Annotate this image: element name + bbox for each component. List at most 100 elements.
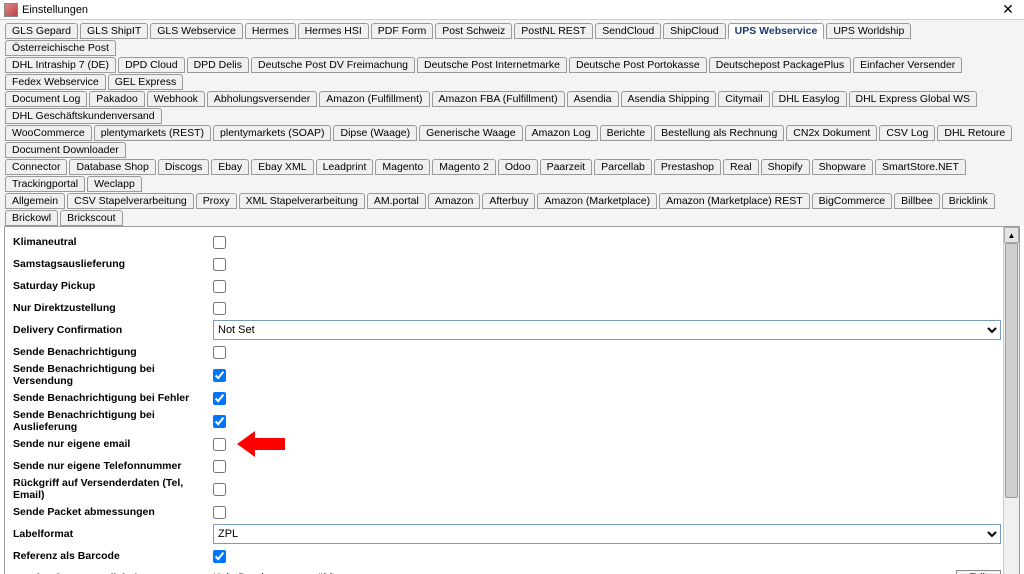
tab-dhl-gesch-ftskundenversand[interactable]: DHL Geschäftskundenversand: [5, 108, 162, 124]
tab-dhl-easylog[interactable]: DHL Easylog: [772, 91, 847, 107]
tab-generische-waage[interactable]: Generische Waage: [419, 125, 523, 141]
tab-asendia[interactable]: Asendia: [567, 91, 619, 107]
tab-plentymarkets-rest-[interactable]: plentymarkets (REST): [94, 125, 211, 141]
select-labelformat[interactable]: ZPL: [213, 524, 1001, 544]
tab--sterreichische-post[interactable]: Österreichische Post: [5, 40, 116, 56]
tab-deutsche-post-portokasse[interactable]: Deutsche Post Portokasse: [569, 57, 707, 73]
tab-deutsche-post-dv-freimachung[interactable]: Deutsche Post DV Freimachung: [251, 57, 415, 73]
tab-amazon-fulfillment-[interactable]: Amazon (Fulfillment): [319, 91, 429, 107]
checkbox-klimaneutral[interactable]: [213, 236, 226, 249]
checkbox-saturday_pickup[interactable]: [213, 280, 226, 293]
tab-shopify[interactable]: Shopify: [761, 159, 810, 175]
tab-post-schweiz[interactable]: Post Schweiz: [435, 23, 512, 39]
tab-afterbuy[interactable]: Afterbuy: [482, 193, 535, 209]
checkbox-send_dims[interactable]: [213, 506, 226, 519]
tab-trackingportal[interactable]: Trackingportal: [5, 176, 85, 192]
tab-parcellab[interactable]: Parcellab: [594, 159, 652, 175]
tab-smartstore-net[interactable]: SmartStore.NET: [875, 159, 966, 175]
tab-brickscout[interactable]: Brickscout: [60, 210, 122, 226]
tab-real[interactable]: Real: [723, 159, 759, 175]
checkbox-nur_direkt[interactable]: [213, 302, 226, 315]
tab-deutsche-post-internetmarke[interactable]: Deutsche Post Internetmarke: [417, 57, 567, 73]
tab-webhook[interactable]: Webhook: [147, 91, 205, 107]
tab-hermes-hsi[interactable]: Hermes HSI: [298, 23, 369, 39]
panel-scrollbar[interactable]: ▲ ▼: [1003, 227, 1019, 574]
tab-billbee[interactable]: Billbee: [894, 193, 940, 209]
tab-dpd-cloud[interactable]: DPD Cloud: [118, 57, 185, 73]
tab-gls-gepard[interactable]: GLS Gepard: [5, 23, 78, 39]
tab-citymail[interactable]: Citymail: [718, 91, 769, 107]
checkbox-rueckgriff[interactable]: [213, 483, 226, 496]
checkbox-send_notif_ausl[interactable]: [213, 415, 226, 428]
tab-dhl-intraship-7-de-[interactable]: DHL Intraship 7 (DE): [5, 57, 116, 73]
tab-bigcommerce[interactable]: BigCommerce: [812, 193, 893, 209]
checkbox-samstag[interactable]: [213, 258, 226, 271]
tab-brickowl[interactable]: Brickowl: [5, 210, 58, 226]
tab-bestellung-als-rechnung[interactable]: Bestellung als Rechnung: [654, 125, 784, 141]
tab-gls-webservice[interactable]: GLS Webservice: [150, 23, 243, 39]
select-delivery_conf[interactable]: Not Set: [213, 320, 1001, 340]
tab-magento-2[interactable]: Magento 2: [432, 159, 496, 175]
tab-amazon-marketplace-[interactable]: Amazon (Marketplace): [537, 193, 657, 209]
checkbox-ref_barcode[interactable]: [213, 550, 226, 563]
tab-dipse-waage-[interactable]: Dipse (Waage): [333, 125, 417, 141]
tab-leadprint[interactable]: Leadprint: [316, 159, 374, 175]
tab-document-downloader[interactable]: Document Downloader: [5, 142, 126, 158]
tab-deutschepost-packageplus[interactable]: Deutschepost PackagePlus: [709, 57, 851, 73]
scroll-thumb[interactable]: [1005, 243, 1018, 498]
close-icon[interactable]: ✕: [996, 1, 1020, 18]
tab-amazon[interactable]: Amazon: [428, 193, 481, 209]
tab-pakadoo[interactable]: Pakadoo: [89, 91, 144, 107]
tab-postnl-rest[interactable]: PostNL REST: [514, 23, 593, 39]
tab-am-portal[interactable]: AM.portal: [367, 193, 426, 209]
tab-odoo[interactable]: Odoo: [498, 159, 538, 175]
tab-asendia-shipping[interactable]: Asendia Shipping: [621, 91, 717, 107]
tab-document-log[interactable]: Document Log: [5, 91, 87, 107]
tab-csv-log[interactable]: CSV Log: [879, 125, 935, 141]
tab-fedex-webservice[interactable]: Fedex Webservice: [5, 74, 106, 90]
checkbox-send_notif_versend[interactable]: [213, 369, 226, 382]
label-klimaneutral: Klimaneutral: [13, 236, 213, 248]
tab-paarzeit[interactable]: Paarzeit: [540, 159, 593, 175]
tab-xml-stapelverarbeitung[interactable]: XML Stapelverarbeitung: [239, 193, 365, 209]
tab-dhl-retoure[interactable]: DHL Retoure: [937, 125, 1012, 141]
tab-ups-worldship[interactable]: UPS Worldship: [826, 23, 911, 39]
tab-prestashop[interactable]: Prestashop: [654, 159, 721, 175]
checkbox-send_notif_fehler[interactable]: [213, 392, 226, 405]
tab-woocommerce[interactable]: WooCommerce: [5, 125, 92, 141]
tab-dhl-express-global-ws[interactable]: DHL Express Global WS: [849, 91, 978, 107]
tab-berichte[interactable]: Berichte: [600, 125, 653, 141]
tab-ebay-xml[interactable]: Ebay XML: [251, 159, 313, 175]
tab-shopware[interactable]: Shopware: [812, 159, 873, 175]
tab-bricklink[interactable]: Bricklink: [942, 193, 995, 209]
tab-csv-stapelverarbeitung[interactable]: CSV Stapelverarbeitung: [67, 193, 194, 209]
tab-amazon-fba-fulfillment-[interactable]: Amazon FBA (Fulfillment): [432, 91, 565, 107]
tab-connector[interactable]: Connector: [5, 159, 67, 175]
tab-amazon-log[interactable]: Amazon Log: [525, 125, 598, 141]
checkbox-send_own_phone[interactable]: [213, 460, 226, 473]
checkbox-send_own_email[interactable]: [213, 438, 226, 451]
tab-ebay[interactable]: Ebay: [211, 159, 249, 175]
tab-hermes[interactable]: Hermes: [245, 23, 296, 39]
tab-cn2x-dokument[interactable]: CN2x Dokument: [786, 125, 877, 141]
tab-abholungsversender[interactable]: Abholungsversender: [207, 91, 317, 107]
tab-database-shop[interactable]: Database Shop: [69, 159, 155, 175]
tab-pdf-form[interactable]: PDF Form: [371, 23, 433, 39]
tab-magento[interactable]: Magento: [375, 159, 430, 175]
tab-einfacher-versender[interactable]: Einfacher Versender: [853, 57, 962, 73]
tab-allgemein[interactable]: Allgemein: [5, 193, 65, 209]
tab-ups-webservice[interactable]: UPS Webservice: [728, 23, 825, 39]
edit-button-drucker_versand[interactable]: Edit: [956, 570, 1001, 574]
tab-weclapp[interactable]: Weclapp: [87, 176, 142, 192]
tab-discogs[interactable]: Discogs: [158, 159, 209, 175]
tab-dpd-delis[interactable]: DPD Delis: [187, 57, 249, 73]
tab-plentymarkets-soap-[interactable]: plentymarkets (SOAP): [213, 125, 331, 141]
tab-proxy[interactable]: Proxy: [196, 193, 237, 209]
tab-amazon-marketplace-rest[interactable]: Amazon (Marketplace) REST: [659, 193, 810, 209]
tab-shipcloud[interactable]: ShipCloud: [663, 23, 725, 39]
scroll-up-icon[interactable]: ▲: [1004, 227, 1019, 243]
checkbox-send_notif[interactable]: [213, 346, 226, 359]
tab-sendcloud[interactable]: SendCloud: [595, 23, 661, 39]
tab-gel-express[interactable]: GEL Express: [108, 74, 183, 90]
tab-gls-shipit[interactable]: GLS ShipIT: [80, 23, 148, 39]
